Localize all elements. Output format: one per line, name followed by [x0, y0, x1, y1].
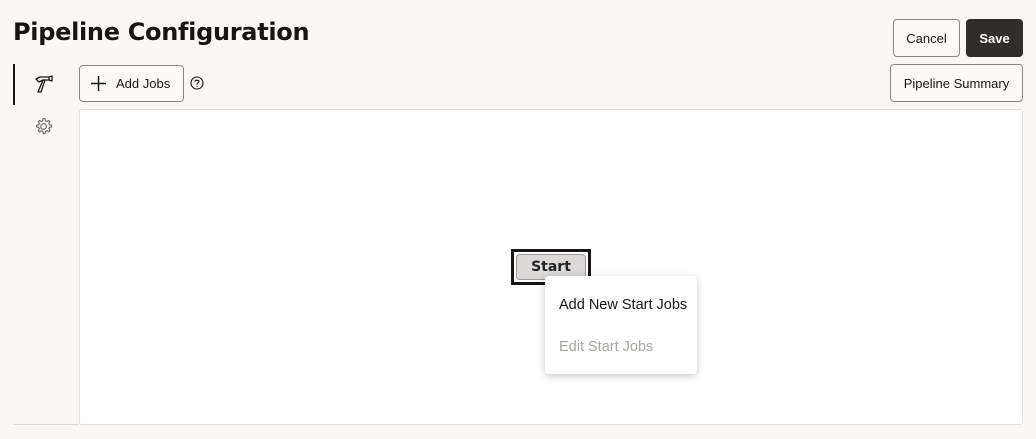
menu-item-add-new-start-jobs[interactable]: Add New Start Jobs: [559, 297, 687, 313]
add-jobs-button[interactable]: Add Jobs: [79, 65, 184, 102]
page-title: Pipeline Configuration: [13, 18, 310, 46]
gear-icon[interactable]: [34, 117, 53, 136]
save-button[interactable]: Save: [966, 19, 1023, 57]
add-jobs-label: Add Jobs: [116, 76, 171, 91]
help-icon[interactable]: [190, 76, 204, 90]
plus-icon: [90, 75, 107, 92]
hammer-icon[interactable]: [34, 74, 54, 94]
sidebar-selected-indicator: [13, 64, 15, 105]
menu-item-edit-start-jobs: Edit Start Jobs: [559, 339, 654, 355]
pipeline-summary-button[interactable]: Pipeline Summary: [890, 64, 1023, 102]
sidebar-divider: [13, 424, 79, 425]
context-menu: Add New Start Jobs Edit Start Jobs: [545, 276, 697, 374]
cancel-button[interactable]: Cancel: [893, 19, 960, 57]
